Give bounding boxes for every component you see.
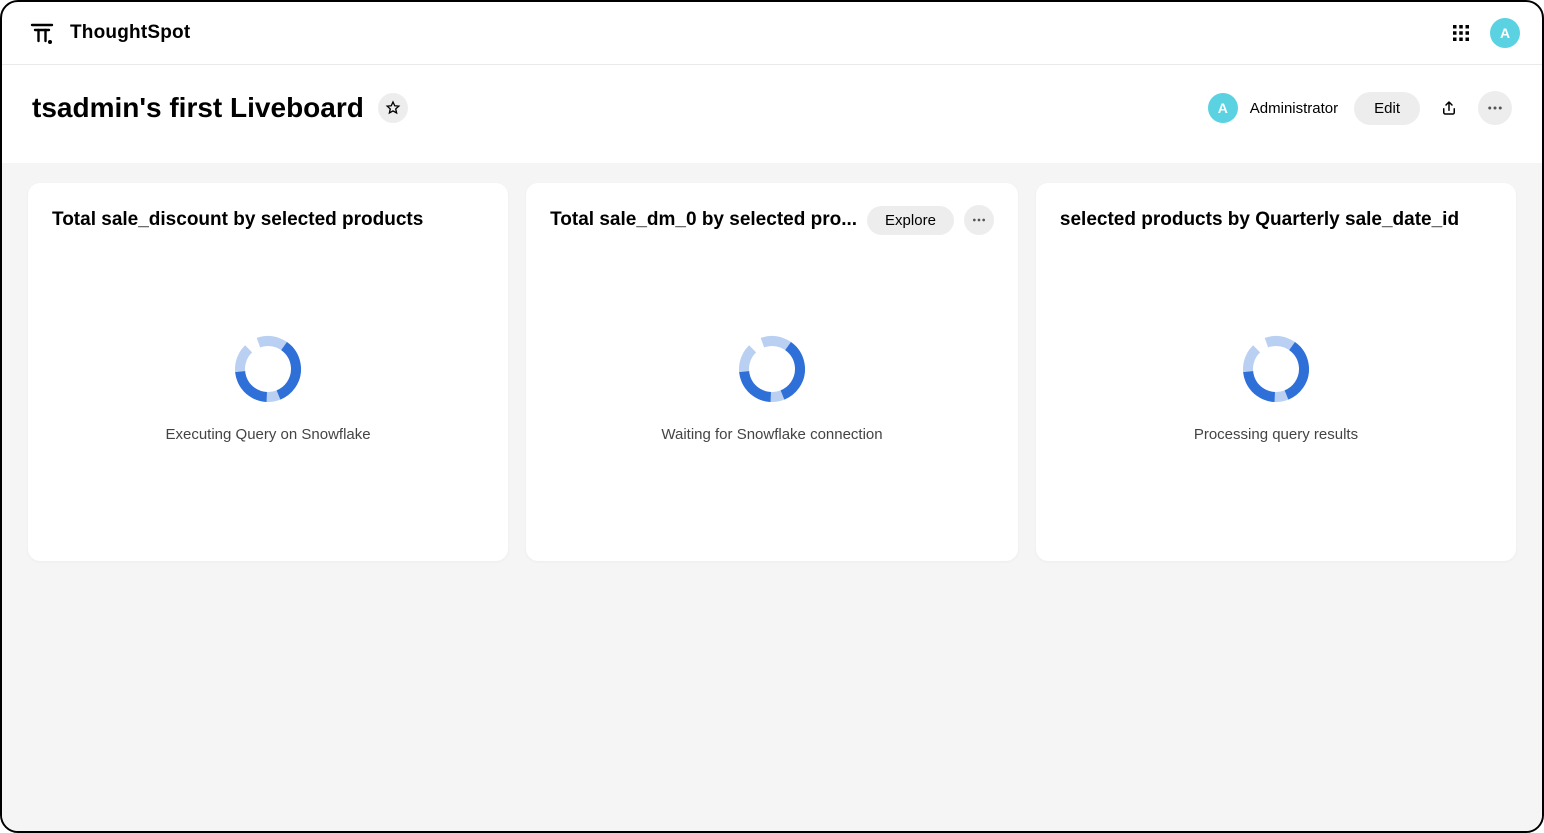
brand-name: ThoughtSpot [70, 22, 190, 44]
loading-spinner-icon [735, 332, 809, 406]
page-title: tsadmin's first Liveboard [32, 92, 364, 124]
favorite-button[interactable] [378, 93, 408, 123]
more-horizontal-icon [971, 212, 987, 228]
author-avatar[interactable]: A [1208, 93, 1238, 123]
topbar: ThoughtSpot A [2, 2, 1542, 65]
star-icon [385, 100, 401, 116]
explore-button[interactable]: Explore [867, 206, 954, 235]
loading-spinner-icon [231, 332, 305, 406]
viz-card[interactable]: selected products by Quarterly sale_date… [1036, 183, 1516, 561]
card-status: Waiting for Snowflake connection [661, 426, 882, 443]
card-header: selected products by Quarterly sale_date… [1060, 205, 1492, 235]
viz-card[interactable]: Total sale_discount by selected products… [28, 183, 508, 561]
card-actions: Explore [867, 205, 994, 235]
card-body: Waiting for Snowflake connection [550, 235, 994, 539]
page-header-actions: A Administrator Edit [1208, 91, 1512, 125]
more-options-button[interactable] [1478, 91, 1512, 125]
card-more-button[interactable] [964, 205, 994, 235]
share-button[interactable] [1432, 91, 1466, 125]
liveboard-grid: Total sale_discount by selected products… [2, 163, 1542, 831]
topbar-right: A [1446, 18, 1520, 48]
card-title: selected products by Quarterly sale_date… [1060, 209, 1492, 231]
card-header: Total sale_discount by selected products [52, 205, 484, 235]
card-header: Total sale_dm_0 by selected pro... Explo… [550, 205, 994, 235]
card-body: Processing query results [1060, 235, 1492, 539]
app-shell: ThoughtSpot A tsadmin's first Liveb [0, 0, 1544, 833]
brand-logo-icon [28, 19, 56, 47]
grid-icon [1452, 24, 1470, 42]
share-icon [1440, 99, 1458, 117]
page-header: tsadmin's first Liveboard A Administrato… [2, 65, 1542, 163]
author-name: Administrator [1250, 100, 1338, 117]
card-status: Executing Query on Snowflake [165, 426, 370, 443]
more-horizontal-icon [1486, 99, 1504, 117]
card-status: Processing query results [1194, 426, 1358, 443]
edit-button[interactable]: Edit [1354, 92, 1420, 125]
user-avatar[interactable]: A [1490, 18, 1520, 48]
app-switcher-button[interactable] [1446, 18, 1476, 48]
card-body: Executing Query on Snowflake [52, 235, 484, 539]
loading-spinner-icon [1239, 332, 1313, 406]
brand[interactable]: ThoughtSpot [28, 19, 190, 47]
card-title: Total sale_dm_0 by selected pro... [550, 209, 857, 231]
viz-card[interactable]: Total sale_dm_0 by selected pro... Explo… [526, 183, 1018, 561]
card-title: Total sale_discount by selected products [52, 209, 484, 231]
